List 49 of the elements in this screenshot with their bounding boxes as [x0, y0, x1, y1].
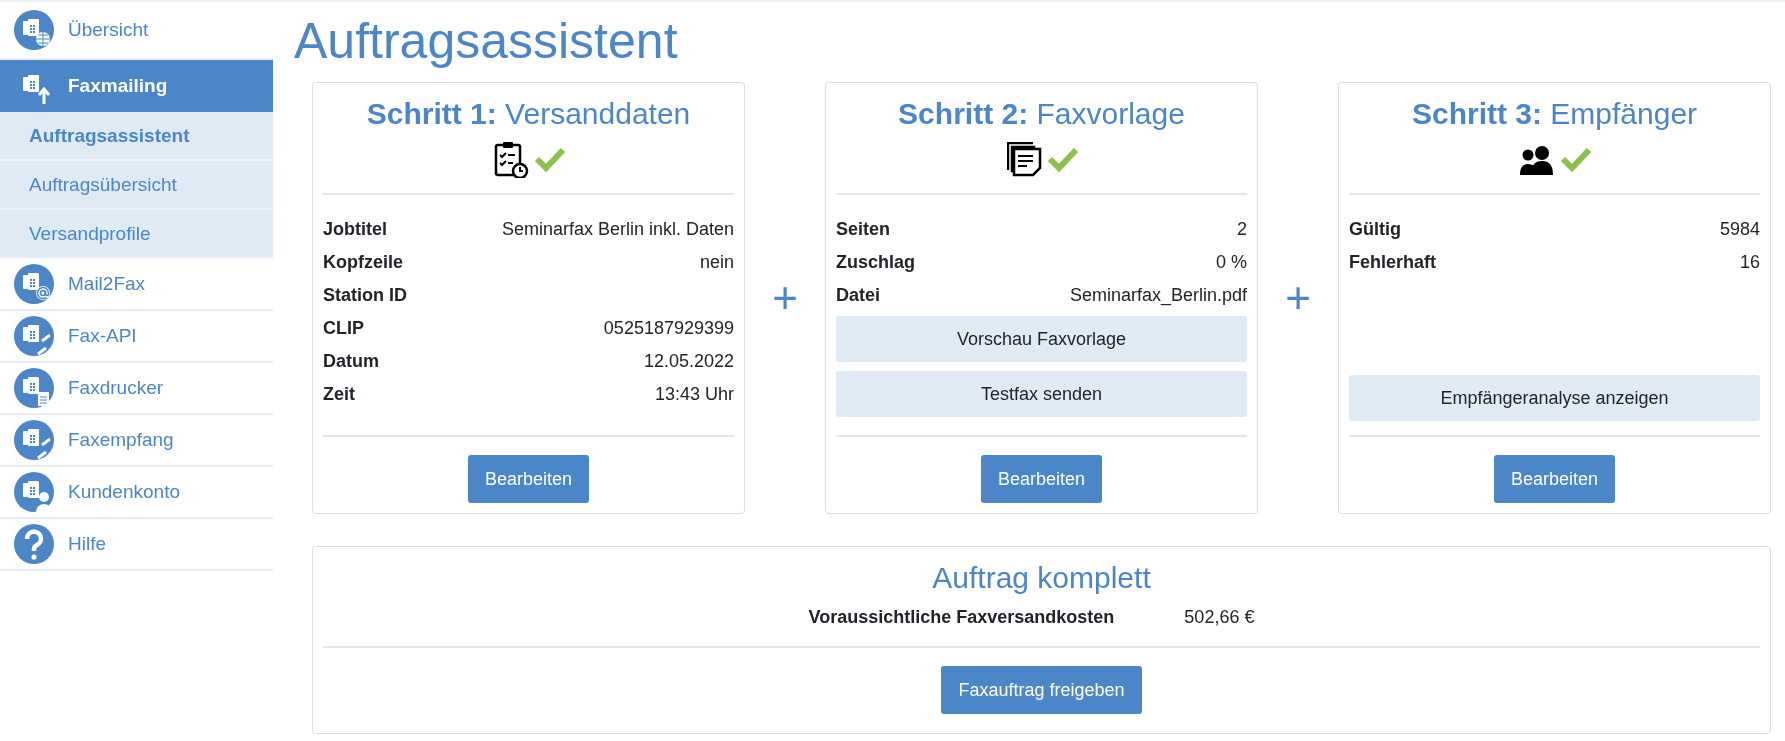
field-value: 13:43 Uhr [654, 384, 734, 405]
action-button[interactable]: Testfax senden [836, 371, 1247, 417]
help-icon [14, 524, 54, 564]
cost-value: 502,66 € [1184, 607, 1255, 628]
step-title: Schritt 3: Empfänger [1411, 97, 1698, 131]
field-value: 0525187929399 [603, 318, 734, 339]
fax-plug-icon [14, 420, 54, 460]
field-value: nein [699, 252, 734, 273]
field-value: 16 [1739, 252, 1760, 273]
fax-person-icon [14, 472, 54, 512]
sidebar-item[interactable]: Faxmailing [0, 60, 273, 112]
field-label: Zeit [323, 384, 355, 405]
cost-label: Voraussichtliche Faxversandkosten [808, 607, 1115, 628]
edit-button[interactable]: Bearbeiten [1493, 455, 1616, 503]
field-value: 2 [1237, 219, 1247, 240]
field-label: Station ID [323, 285, 407, 306]
field-label: Gültig [1349, 219, 1401, 240]
summary-title: Auftrag komplett [932, 561, 1151, 595]
sidebar-subitem[interactable]: Auftragsassistent [0, 112, 273, 161]
edit-button[interactable]: Bearbeiten [467, 455, 590, 503]
step-title: Schritt 2: Faxvorlage [898, 97, 1185, 131]
field-value: 5984 [1719, 219, 1760, 240]
fax-plug-icon [14, 316, 54, 356]
field-value: Seminarfax_Berlin.pdf [1069, 285, 1247, 306]
sidebar-subitem[interactable]: Versandprofile [0, 210, 273, 259]
document-stack-icon [1004, 140, 1043, 178]
plus-sign: + [772, 276, 798, 320]
field-value: Seminarfax Berlin inkl. Daten [501, 219, 734, 240]
field-label: CLIP [323, 318, 364, 339]
sidebar-subitem[interactable]: Auftragsübersicht [0, 161, 273, 210]
field-label: Fehlerhaft [1349, 252, 1436, 273]
edit-button[interactable]: Bearbeiten [980, 455, 1103, 503]
field-label: Datei [836, 285, 880, 306]
field-label: Jobtitel [323, 219, 387, 240]
plus-sign: + [1285, 276, 1311, 320]
field-label: Datum [323, 351, 379, 372]
fax-globe-icon [14, 10, 54, 50]
field-label: Seiten [836, 219, 891, 240]
field-value: 12.05.2022 [643, 351, 734, 372]
action-button[interactable]: Empfängeranalyse anzeigen [1349, 375, 1760, 421]
field-label: Kopfzeile [323, 252, 403, 273]
field-label: Zuschlag [836, 252, 915, 273]
fax-mail-icon [14, 264, 54, 304]
page-title: Auftragsassistent [293, 12, 679, 71]
step-title: Schritt 1: Versanddaten [366, 97, 691, 131]
release-button[interactable]: Faxauftrag freigeben [941, 666, 1142, 714]
field-value: 0 % [1215, 252, 1247, 273]
fax-document-icon [14, 368, 54, 408]
action-button[interactable]: Vorschau Faxvorlage [836, 316, 1247, 362]
